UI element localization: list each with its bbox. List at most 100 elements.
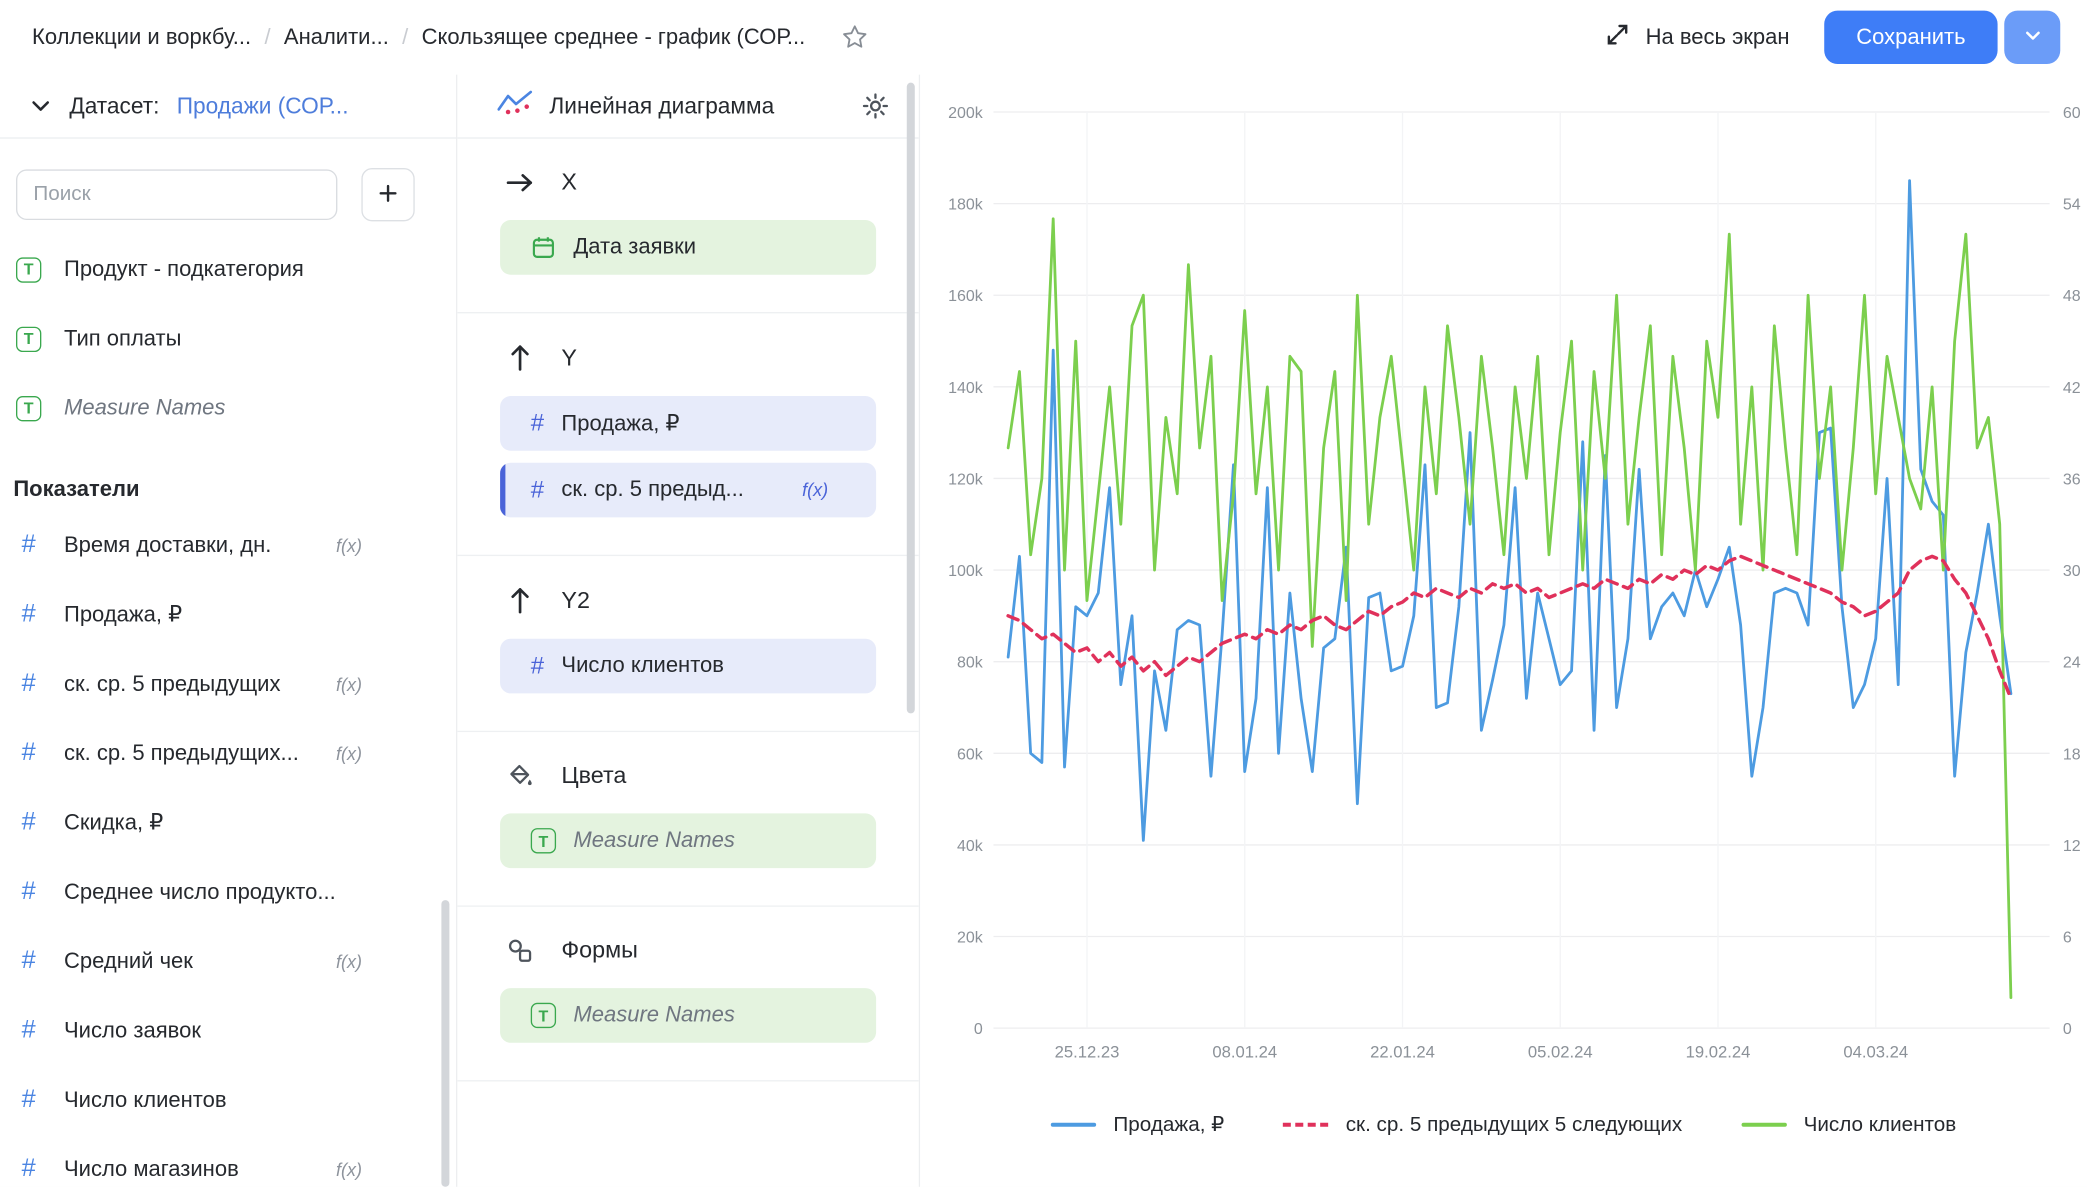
breadcrumb-current-chart: Скользящее среднее - график (СОР... (422, 25, 806, 50)
field-label: Скидка, ₽ (64, 809, 163, 836)
calendar-icon (531, 235, 556, 260)
svg-text:6: 6 (2063, 930, 2072, 947)
breadcrumb-collections[interactable]: Коллекции и воркбу... (32, 25, 251, 50)
y-field-moving-average[interactable]: # ск. ср. 5 предыд... f(x) (500, 463, 876, 518)
type-T-icon: T (16, 326, 41, 351)
config-panel-scrollbar[interactable] (907, 83, 915, 714)
y-axis-section: Y # Продажа, ₽ # ск. ср. 5 предыд... f(x… (457, 313, 918, 556)
y-axis-section-label: Y (457, 343, 918, 372)
list-item-measure[interactable]: # Число магазинов f(x) (0, 1135, 456, 1187)
measures-header: Показатели (0, 443, 456, 511)
svg-text:54: 54 (2063, 197, 2081, 214)
line-chart-plot[interactable]: 0020k640k1260k1880k24100k30120k36140k421… (920, 75, 2087, 1187)
line-chart-icon (497, 89, 533, 122)
svg-text:18: 18 (2063, 746, 2081, 763)
breadcrumb-analytics[interactable]: Аналити... (284, 25, 389, 50)
save-menu-button[interactable] (2004, 11, 2060, 64)
top-bar: Коллекции и воркбу... / Аналити... / Ско… (0, 0, 2087, 75)
svg-text:0: 0 (974, 1021, 983, 1038)
svg-text:80k: 80k (957, 655, 984, 672)
list-item-measure[interactable]: # Среднее число продукто... (0, 857, 456, 926)
breadcrumb: Коллекции и воркбу... / Аналити... / Ско… (32, 23, 869, 52)
svg-text:25.12.23: 25.12.23 (1055, 1042, 1120, 1061)
colors-section-label: Цвета (457, 761, 918, 789)
y-field-sales[interactable]: # Продажа, ₽ (500, 396, 876, 451)
list-item-measure[interactable]: # ск. ср. 5 предыдущих f(x) (0, 649, 456, 718)
field-label: Число магазинов (64, 1157, 239, 1182)
list-item-measure[interactable]: # ск. ср. 5 предыдущих... f(x) (0, 719, 456, 788)
x-axis-section: X Дата заявки (457, 139, 918, 314)
svg-text:100k: 100k (948, 563, 984, 580)
legend-label: ск. ср. 5 предыдущих 5 следующих (1346, 1113, 1683, 1137)
svg-text:42: 42 (2063, 380, 2081, 397)
legend-item-moving-average[interactable]: ск. ср. 5 предыдущих 5 следующих (1283, 1113, 1682, 1137)
star-icon[interactable] (840, 23, 869, 52)
dataset-label: Датасет: (69, 93, 159, 120)
chevron-down-icon (2022, 25, 2042, 49)
gear-icon[interactable] (861, 92, 889, 120)
left-panel-scrollbar[interactable] (441, 900, 449, 1187)
list-item-dimension[interactable]: T Тип оплаты (0, 304, 456, 373)
dataset-link[interactable]: Продажи (СОР... (177, 93, 349, 120)
list-item-measure[interactable]: # Продажа, ₽ (0, 580, 456, 649)
field-label: Продажа, ₽ (561, 410, 679, 437)
list-item-dimension[interactable]: T Measure Names (0, 373, 456, 442)
y2-field-clients[interactable]: # Число клиентов (500, 639, 876, 694)
field-label: Measure Names (573, 828, 734, 853)
y2-axis-section-label: Y2 (457, 585, 918, 614)
chart-type-label[interactable]: Линейная диаграмма (549, 93, 845, 120)
hash-icon: # (16, 877, 41, 906)
x-axis-section-label: X (457, 168, 918, 196)
plus-icon (377, 182, 398, 207)
shapes-field-measure-names[interactable]: T Measure Names (500, 988, 876, 1043)
list-item-measure[interactable]: # Время доставки, дн. f(x) (0, 511, 456, 580)
shapes-section-label: Формы (457, 936, 918, 964)
field-label: Тип оплаты (64, 326, 181, 351)
save-button[interactable]: Сохранить (1824, 11, 1997, 64)
svg-text:180k: 180k (948, 197, 984, 214)
hash-icon: # (16, 669, 41, 698)
fx-badge: f(x) (336, 674, 362, 694)
hash-icon: # (16, 1155, 41, 1184)
svg-text:60k: 60k (957, 746, 984, 763)
chevron-down-icon[interactable] (29, 95, 52, 118)
field-label: ск. ср. 5 предыдущих (64, 671, 280, 696)
svg-text:22.01.24: 22.01.24 (1370, 1042, 1435, 1061)
fullscreen-label: На весь экран (1646, 25, 1790, 50)
hash-icon: # (16, 600, 41, 629)
add-field-button[interactable] (361, 168, 414, 221)
colors-field-measure-names[interactable]: T Measure Names (500, 813, 876, 868)
list-item-measure[interactable]: # Средний чек f(x) (0, 927, 456, 996)
save-split-button: Сохранить (1824, 11, 2060, 64)
field-label: Measure Names (573, 1003, 734, 1028)
legend-item-sales[interactable]: Продажа, ₽ (1051, 1112, 1225, 1137)
list-item-measure[interactable]: # Число заявок (0, 996, 456, 1065)
x-field-date[interactable]: Дата заявки (500, 220, 876, 275)
section-label: Y (561, 343, 577, 371)
search-input[interactable] (16, 169, 337, 220)
legend-item-clients[interactable]: Число клиентов (1741, 1113, 1956, 1137)
section-label: Y2 (561, 586, 590, 614)
colors-section: Цвета T Measure Names (457, 732, 918, 907)
shapes-icon (504, 937, 536, 964)
app-window: Коллекции и воркбу... / Аналити... / Ско… (0, 0, 2087, 1187)
legend-swatch (1051, 1122, 1096, 1127)
svg-text:19.02.24: 19.02.24 (1686, 1042, 1751, 1061)
shapes-section: Формы T Measure Names (457, 907, 918, 1082)
svg-text:140k: 140k (948, 380, 984, 397)
list-item-measure[interactable]: # Число клиентов (0, 1065, 456, 1134)
legend-swatch (1741, 1122, 1786, 1127)
fullscreen-button[interactable]: На весь экран (1604, 21, 1789, 54)
arrow-up-icon (504, 585, 536, 614)
top-bar-actions: На весь экран Сохранить (1604, 11, 2060, 64)
svg-text:04.03.24: 04.03.24 (1843, 1042, 1908, 1061)
legend-swatch (1283, 1123, 1328, 1127)
svg-text:24: 24 (2063, 655, 2081, 672)
fx-badge: f(x) (336, 1159, 362, 1179)
list-item-measure[interactable]: # Скидка, ₽ (0, 788, 456, 857)
chart-config-panel: Линейная диаграмма X Дата заявки (457, 75, 920, 1187)
hash-icon: # (16, 808, 41, 837)
chart-legend: Продажа, ₽ ск. ср. 5 предыдущих 5 следую… (920, 1112, 2087, 1137)
paint-bucket-icon (504, 762, 536, 789)
list-item-dimension[interactable]: T Продукт - подкатегория (0, 235, 456, 304)
